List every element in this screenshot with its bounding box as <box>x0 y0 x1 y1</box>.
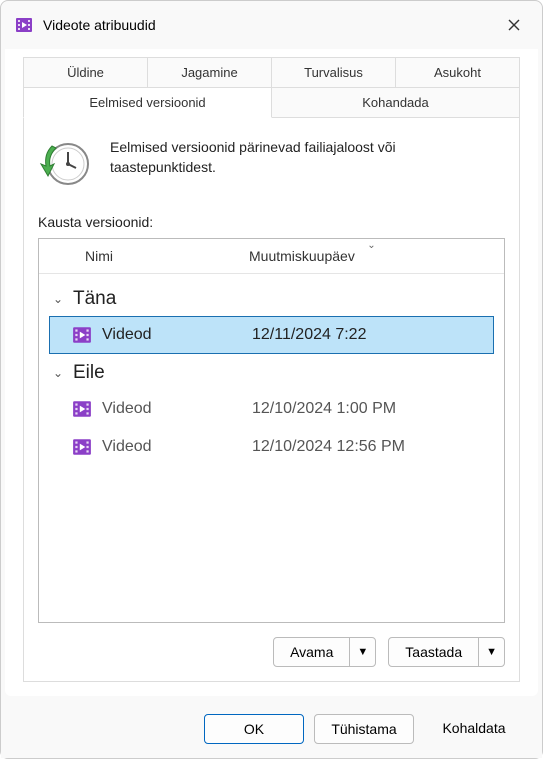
group-today[interactable]: ⌄ Täna <box>49 280 494 316</box>
item-date: 12/10/2024 12:56 PM <box>252 438 487 456</box>
close-button[interactable] <box>500 11 528 39</box>
chevron-down-icon: ⌄ <box>53 292 67 306</box>
tab-general[interactable]: Üldine <box>23 57 148 88</box>
video-folder-icon <box>72 399 92 419</box>
video-folder-icon <box>72 325 92 345</box>
window-title: Videote atribuudid <box>43 17 490 33</box>
video-folder-icon <box>15 16 33 34</box>
restore-button-label: Taastada <box>389 638 478 666</box>
tab-previous-versions[interactable]: Eelmised versioonid <box>23 87 272 118</box>
ok-button[interactable]: OK <box>204 714 304 744</box>
properties-dialog: Videote atribuudid Üldine Jagamine Turva… <box>0 0 543 759</box>
restore-clock-icon <box>38 136 92 190</box>
item-date: 12/10/2024 1:00 PM <box>252 400 487 418</box>
open-button[interactable]: Avama ▼ <box>273 637 376 667</box>
versions-list: Nimi ⌄ Muutmiskuupäev ⌄ Täna <box>38 238 505 623</box>
column-name[interactable]: Nimi <box>39 239 239 273</box>
tabs-row-2: Eelmised versioonid Kohandada <box>23 87 520 117</box>
tab-security[interactable]: Turvalisus <box>272 57 396 88</box>
version-item[interactable]: Videod 12/11/2024 7:22 <box>49 316 494 354</box>
tab-customize[interactable]: Kohandada <box>272 87 520 118</box>
apply-button[interactable]: Kohaldata <box>424 714 524 744</box>
action-buttons: Avama ▼ Taastada ▼ <box>38 637 505 667</box>
dialog-content: Üldine Jagamine Turvalisus Asukoht Eelmi… <box>5 49 538 696</box>
tab-sharing[interactable]: Jagamine <box>148 57 272 88</box>
open-button-label: Avama <box>274 638 349 666</box>
restore-dropdown[interactable]: ▼ <box>478 638 504 666</box>
sort-indicator-icon: ⌄ <box>367 240 375 251</box>
titlebar: Videote atribuudid <box>1 1 542 49</box>
tab-location[interactable]: Asukoht <box>396 57 520 88</box>
version-item[interactable]: Videod 12/10/2024 12:56 PM <box>49 428 494 466</box>
list-body: ⌄ Täna <box>39 274 504 622</box>
column-date-label: Muutmiskuupäev <box>249 248 355 264</box>
chevron-down-icon: ⌄ <box>53 366 67 380</box>
item-name: Videod <box>102 326 242 344</box>
open-dropdown[interactable]: ▼ <box>349 638 375 666</box>
dialog-buttons: OK Tühistama Kohaldata <box>1 700 542 758</box>
list-header: Nimi ⌄ Muutmiskuupäev <box>39 239 504 274</box>
tab-panel-previous-versions: Eelmised versioonid pärinevad failiajalo… <box>23 117 520 682</box>
item-name: Videod <box>102 400 242 418</box>
info-row: Eelmised versioonid pärinevad failiajalo… <box>38 136 505 190</box>
column-date[interactable]: ⌄ Muutmiskuupäev <box>239 239 504 273</box>
version-item[interactable]: Videod 12/10/2024 1:00 PM <box>49 390 494 428</box>
group-label: Täna <box>73 288 116 310</box>
versions-label: Kausta versioonid: <box>38 214 505 230</box>
video-folder-icon <box>72 437 92 457</box>
info-text: Eelmised versioonid pärinevad failiajalo… <box>110 136 505 177</box>
group-yesterday[interactable]: ⌄ Eile <box>49 354 494 390</box>
item-name: Videod <box>102 438 242 456</box>
tabs-row-1: Üldine Jagamine Turvalisus Asukoht <box>23 57 520 87</box>
restore-button[interactable]: Taastada ▼ <box>388 637 505 667</box>
group-label: Eile <box>73 362 105 384</box>
cancel-button[interactable]: Tühistama <box>314 714 414 744</box>
item-date: 12/11/2024 7:22 <box>252 326 487 344</box>
